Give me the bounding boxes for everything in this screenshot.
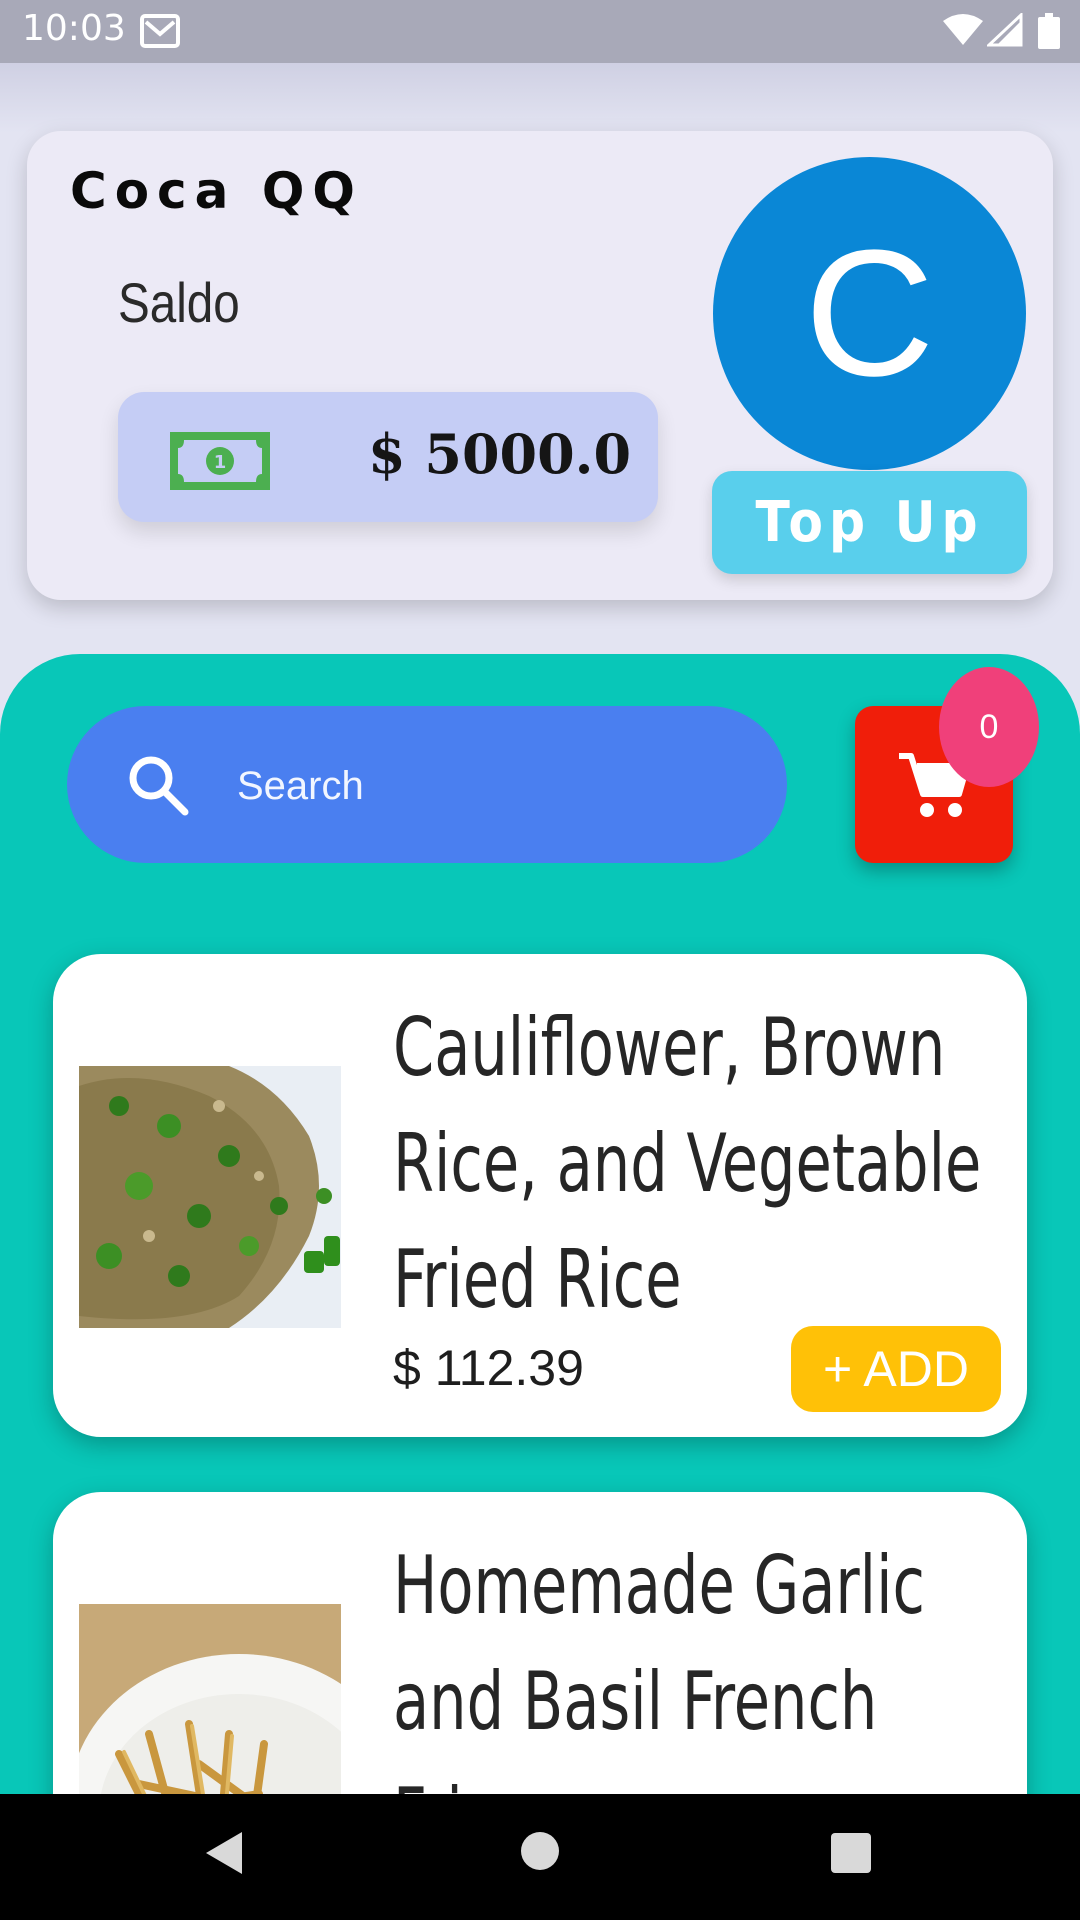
navigation-bar	[0, 1794, 1080, 1920]
balance-display: 1 $ 5000.0	[118, 392, 658, 522]
svg-text:1: 1	[214, 452, 227, 473]
signal-icon	[987, 13, 1023, 47]
product-image	[79, 1066, 341, 1328]
status-time: 10:03	[22, 8, 126, 49]
back-triangle-icon[interactable]	[204, 1830, 244, 1876]
french-fries-image	[79, 1604, 341, 1794]
product-card[interactable]: Homemade Garlic and Basil French Fries	[53, 1492, 1027, 1794]
status-bar: 10:03	[0, 0, 1080, 63]
money-bill-icon: 1	[170, 432, 270, 490]
product-price: $ 112.39	[393, 1340, 584, 1396]
add-to-cart-button[interactable]: + ADD	[791, 1326, 1001, 1412]
home-circle-icon[interactable]	[519, 1830, 561, 1872]
user-name: Coca QQ	[70, 162, 363, 220]
wifi-icon	[943, 14, 983, 45]
cart-count-badge: 0	[939, 667, 1039, 787]
product-card[interactable]: Cauliflower, Brown Rice, and Vegetable F…	[53, 954, 1027, 1437]
recents-square-icon[interactable]	[831, 1833, 871, 1873]
search-icon	[129, 756, 189, 816]
topup-button[interactable]: Top Up	[712, 471, 1027, 574]
mail-icon	[140, 14, 180, 48]
product-title: Homemade Garlic and Basil French Fries	[393, 1539, 925, 1794]
balance-label: Saldo	[118, 271, 240, 334]
product-image	[79, 1604, 341, 1794]
avatar-letter: C	[804, 213, 935, 414]
search-input[interactable]	[237, 758, 737, 814]
main-panel: 0 C	[0, 654, 1080, 1794]
balance-amount: $ 5000.0	[368, 422, 632, 486]
search-bar[interactable]	[67, 706, 787, 863]
product-title: Cauliflower, Brown Rice, and Vegetable F…	[393, 1001, 982, 1326]
fried-rice-image	[79, 1066, 341, 1328]
avatar[interactable]: C	[713, 157, 1026, 470]
battery-icon	[1038, 13, 1060, 49]
